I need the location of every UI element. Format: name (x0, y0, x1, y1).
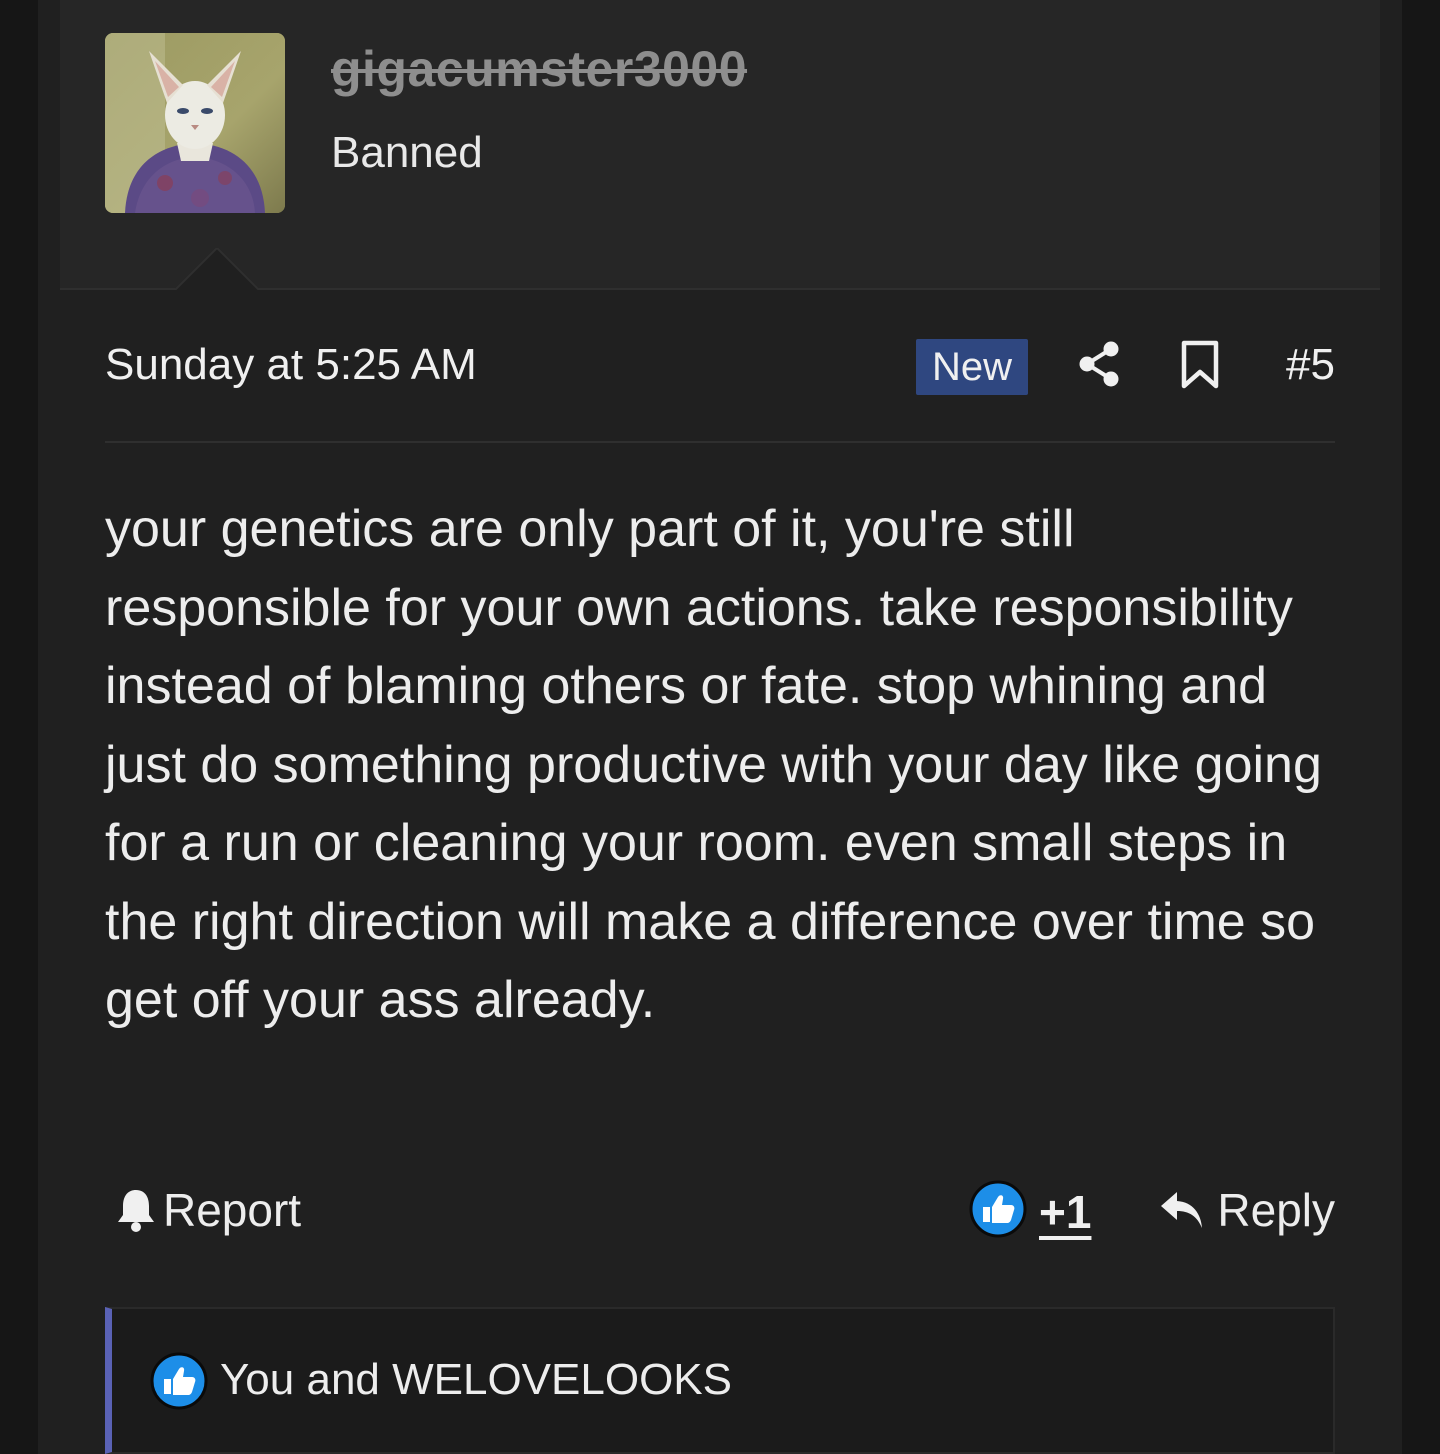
user-header: gigacumster3000 Banned (60, 0, 1380, 290)
post-body: your genetics are only part of it, you'r… (105, 500, 1322, 1029)
post-number[interactable]: #5 (1286, 340, 1335, 390)
share-icon[interactable] (1077, 340, 1121, 388)
report-button[interactable]: Report (115, 1183, 301, 1237)
reactions-summary[interactable]: You and WELOVELOOKS (220, 1355, 732, 1405)
new-badge: New (916, 339, 1029, 395)
reply-icon (1161, 1192, 1203, 1228)
like-icon[interactable] (969, 1180, 1027, 1238)
avatar-image (105, 33, 285, 213)
report-label: Report (163, 1184, 302, 1236)
bookmark-icon[interactable] (1180, 340, 1220, 390)
avatar[interactable] (105, 33, 285, 213)
divider (105, 441, 1335, 443)
reactions-bar: You and WELOVELOOKS (105, 1307, 1335, 1454)
username[interactable]: gigacumster3000 (331, 40, 747, 98)
user-title: Banned (331, 128, 483, 177)
reply-label: Reply (1217, 1184, 1335, 1236)
like-reaction-icon (150, 1352, 208, 1410)
post-actions: Report +1 Reply (105, 1180, 1335, 1250)
bell-icon (118, 1190, 154, 1232)
post-container: gigacumster3000 Banned Sunday at 5:25 AM… (38, 0, 1402, 1454)
post-date[interactable]: Sunday at 5:25 AM (105, 340, 477, 390)
like-count[interactable]: +1 (1039, 1185, 1091, 1239)
post-meta-row: Sunday at 5:25 AM New #5 (105, 336, 1335, 396)
reply-button[interactable]: Reply (1159, 1183, 1335, 1237)
